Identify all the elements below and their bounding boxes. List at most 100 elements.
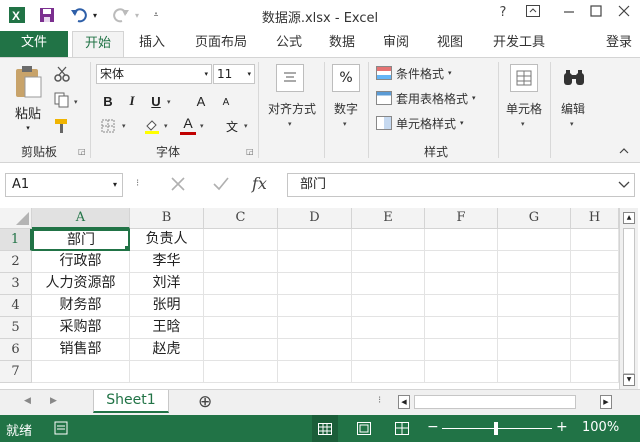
cell-d5[interactable]: [278, 317, 352, 339]
cell-g5[interactable]: [498, 317, 571, 339]
fill-color-icon[interactable]: [142, 116, 162, 136]
cell-e6[interactable]: [352, 339, 425, 361]
vertical-scroll-thumb[interactable]: [623, 228, 635, 374]
font-color-dropdown-icon[interactable]: ▾: [200, 122, 204, 130]
cell-a2[interactable]: 行政部: [32, 251, 130, 273]
column-header-d[interactable]: D: [278, 208, 352, 229]
scroll-up-icon[interactable]: ▲: [623, 212, 635, 224]
bold-button[interactable]: B: [98, 91, 118, 111]
fill-color-dropdown-icon[interactable]: ▾: [164, 122, 168, 130]
cell-e1[interactable]: [352, 229, 425, 251]
cell-a6[interactable]: 销售部: [32, 339, 130, 361]
scroll-down-icon[interactable]: ▼: [623, 374, 635, 386]
expand-formula-bar-icon[interactable]: [618, 174, 630, 204]
cell-f3[interactable]: [425, 273, 498, 295]
cell-d2[interactable]: [278, 251, 352, 273]
prev-sheet-icon[interactable]: ◀: [24, 396, 31, 406]
maximize-icon[interactable]: [585, 5, 607, 25]
cells-button[interactable]: 单元格: [500, 100, 548, 117]
cells-icon[interactable]: [510, 64, 538, 92]
zoom-in-button[interactable]: +: [556, 419, 568, 435]
number-dropdown-icon[interactable]: ▾: [343, 120, 347, 128]
column-header-e[interactable]: E: [352, 208, 425, 229]
cell-b3[interactable]: 刘洋: [130, 273, 204, 295]
cell-g3[interactable]: [498, 273, 571, 295]
zoom-slider-thumb[interactable]: [494, 422, 498, 435]
cell-c6[interactable]: [204, 339, 278, 361]
column-header-g[interactable]: G: [498, 208, 571, 229]
cell-f4[interactable]: [425, 295, 498, 317]
cell-a1[interactable]: 部门: [32, 229, 130, 251]
copy-icon[interactable]: [52, 90, 72, 110]
macro-record-icon[interactable]: [54, 421, 68, 438]
underline-button[interactable]: U: [146, 91, 166, 111]
phonetic-dropdown-icon[interactable]: ▾: [244, 122, 248, 130]
cell-f2[interactable]: [425, 251, 498, 273]
tab-insert[interactable]: 插入: [130, 31, 174, 57]
column-header-f[interactable]: F: [425, 208, 498, 229]
tab-home[interactable]: 开始: [72, 31, 124, 58]
cell-d3[interactable]: [278, 273, 352, 295]
zoom-level[interactable]: 100%: [582, 420, 619, 435]
alignment-icon[interactable]: [276, 64, 304, 92]
cell-e7[interactable]: [352, 361, 425, 383]
editing-dropdown-icon[interactable]: ▾: [570, 120, 574, 128]
cell-h4[interactable]: [571, 295, 619, 317]
phonetic-guide-button[interactable]: 文: [222, 115, 242, 137]
tab-view[interactable]: 视图: [428, 31, 472, 57]
name-box[interactable]: A1 ▾: [5, 173, 123, 197]
underline-dropdown-icon[interactable]: ▾: [167, 98, 171, 106]
signin-link[interactable]: 登录: [606, 31, 640, 57]
cell-styles-button[interactable]: 单元格样式 ▾: [376, 113, 464, 133]
cell-e2[interactable]: [352, 251, 425, 273]
formula-input[interactable]: 部门: [287, 173, 635, 197]
cell-h3[interactable]: [571, 273, 619, 295]
alignment-button[interactable]: 对齐方式: [262, 100, 322, 117]
cell-b2[interactable]: 李华: [130, 251, 204, 273]
cell-f7[interactable]: [425, 361, 498, 383]
borders-dropdown-icon[interactable]: ▾: [122, 122, 126, 130]
row-header-4[interactable]: 4: [0, 295, 32, 317]
fill-handle[interactable]: [124, 245, 128, 249]
help-button[interactable]: ?: [492, 5, 514, 25]
select-all-corner[interactable]: [0, 208, 32, 229]
cell-a5[interactable]: 采购部: [32, 317, 130, 339]
cell-a7[interactable]: [32, 361, 130, 383]
cell-g1[interactable]: [498, 229, 571, 251]
column-header-b[interactable]: B: [130, 208, 204, 229]
add-sheet-button[interactable]: ⊕: [198, 392, 212, 412]
row-header-3[interactable]: 3: [0, 273, 32, 295]
font-launcher-icon[interactable]: ◲: [246, 147, 254, 156]
font-name-select[interactable]: 宋体 ▾: [96, 64, 212, 84]
cell-f6[interactable]: [425, 339, 498, 361]
cell-b7[interactable]: [130, 361, 204, 383]
borders-icon[interactable]: [98, 116, 118, 136]
cells-dropdown-icon[interactable]: ▾: [521, 120, 525, 128]
close-icon[interactable]: [613, 5, 635, 25]
cell-b6[interactable]: 赵虎: [130, 339, 204, 361]
cell-b5[interactable]: 王晗: [130, 317, 204, 339]
tab-developer[interactable]: 开发工具: [484, 31, 554, 57]
row-header-1[interactable]: 1: [0, 229, 32, 251]
cell-c1[interactable]: [204, 229, 278, 251]
cell-h5[interactable]: [571, 317, 619, 339]
row-header-6[interactable]: 6: [0, 339, 32, 361]
cut-icon[interactable]: [52, 64, 72, 84]
insert-function-button[interactable]: fx: [252, 174, 267, 193]
hscroll-grip-icon[interactable]: ⁝: [378, 395, 381, 406]
copy-dropdown-icon[interactable]: ▾: [74, 98, 78, 106]
vertical-scrollbar[interactable]: ▲ ▼: [619, 208, 638, 390]
format-as-table-button[interactable]: 套用表格格式 ▾: [376, 88, 476, 108]
formula-bar-grip-icon[interactable]: ⁝: [136, 178, 139, 189]
cell-a3[interactable]: 人力资源部: [32, 273, 130, 295]
cell-c5[interactable]: [204, 317, 278, 339]
cell-f1[interactable]: [425, 229, 498, 251]
cell-d7[interactable]: [278, 361, 352, 383]
page-break-view-icon[interactable]: [395, 422, 409, 438]
normal-view-icon[interactable]: [312, 415, 338, 442]
cell-c7[interactable]: [204, 361, 278, 383]
enter-icon[interactable]: [212, 176, 230, 195]
cell-c4[interactable]: [204, 295, 278, 317]
column-header-h[interactable]: H: [571, 208, 619, 229]
cell-c3[interactable]: [204, 273, 278, 295]
